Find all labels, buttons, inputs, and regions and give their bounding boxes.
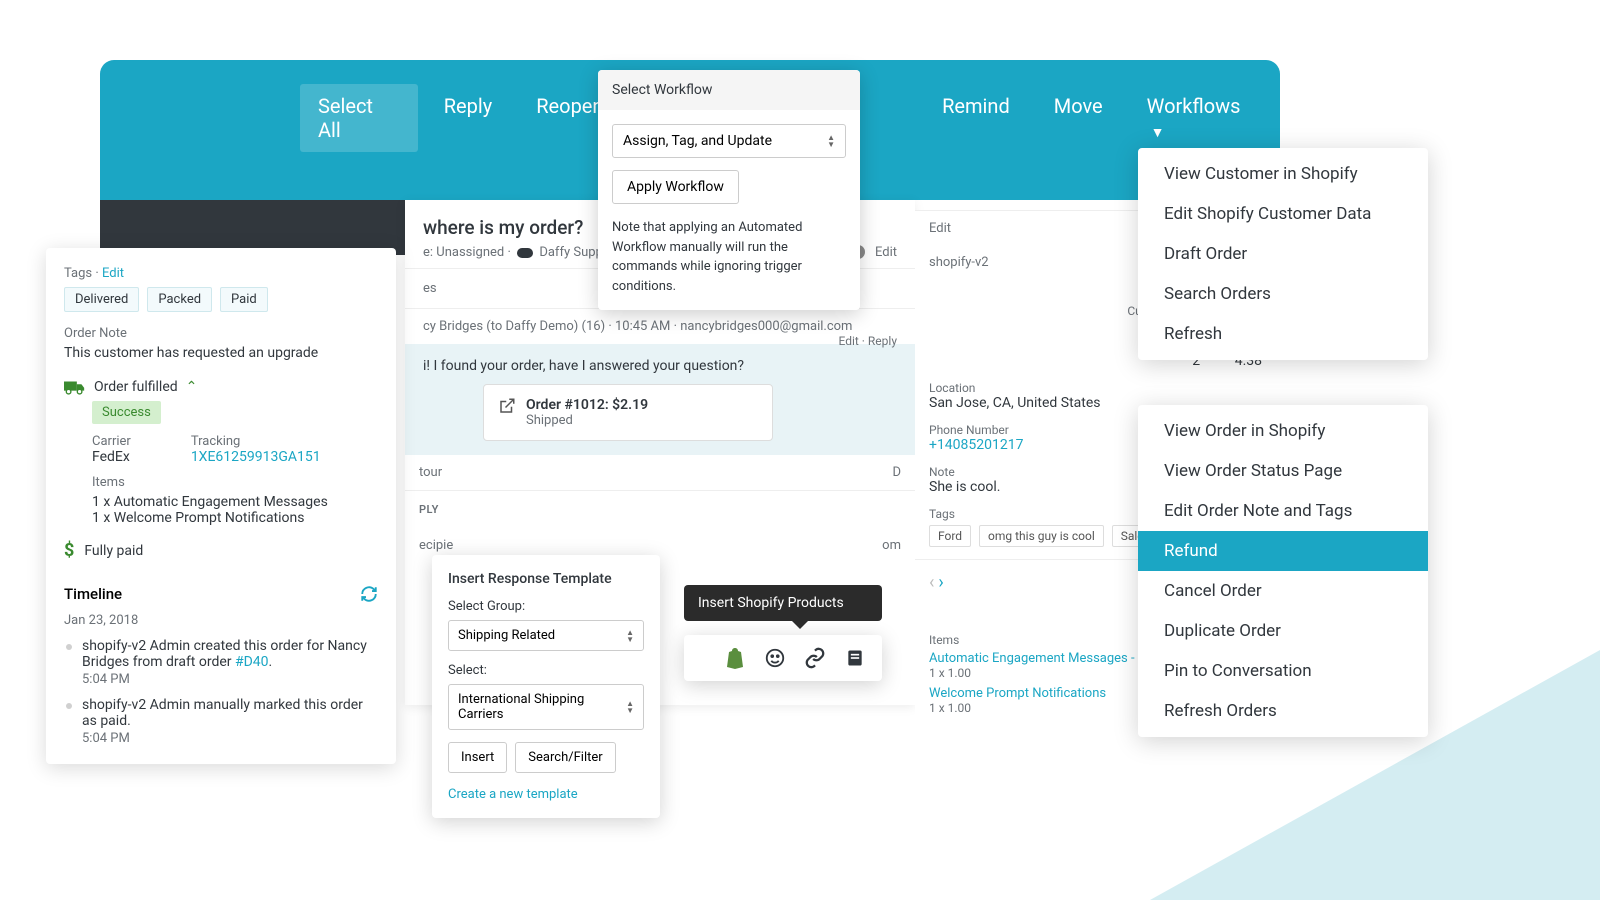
group-label: Select Group:: [448, 599, 644, 614]
menu-pin-conversation[interactable]: Pin to Conversation: [1138, 651, 1428, 691]
menu-view-order[interactable]: View Order in Shopify: [1138, 411, 1428, 451]
external-link-icon: [498, 397, 516, 415]
customer-tag[interactable]: Ford: [929, 525, 971, 547]
workflow-note: Note that applying an Automated Workflow…: [612, 218, 846, 296]
workflow-select[interactable]: Assign, Tag, and Update ▲▼: [612, 124, 846, 158]
reply-tab[interactable]: PLY: [405, 490, 915, 528]
insert-button[interactable]: Insert: [448, 742, 507, 773]
timeline-item: shopify-v2 Admin created this order for …: [82, 638, 378, 670]
composer-toolbar: [684, 635, 882, 681]
select-arrows-icon: ▲▼: [827, 134, 835, 148]
select-all-button[interactable]: Select All: [300, 84, 418, 152]
tracking-label: Tracking: [191, 434, 321, 449]
location-label: Location: [929, 381, 1266, 395]
order-note-label: Order Note: [64, 326, 378, 341]
message-from: cy Bridges (to Daffy Demo) (16) · 10:45 …: [423, 319, 852, 334]
customer-tag[interactable]: omg this guy is cool: [979, 525, 1104, 547]
next-order-arrow[interactable]: ›: [938, 572, 943, 593]
conversation-edit-link[interactable]: Edit: [875, 245, 897, 260]
assignee-text: e: Unassigned ·: [423, 245, 511, 260]
meta-action[interactable]: D: [892, 465, 901, 480]
msg-reply-link[interactable]: Reply: [868, 334, 897, 348]
workflows-dropdown[interactable]: Workflows ▼: [1129, 84, 1280, 152]
refresh-icon[interactable]: [360, 585, 378, 603]
msg-edit-link[interactable]: Edit: [838, 334, 858, 348]
success-badge: Success: [92, 401, 161, 424]
workflow-popup: Select Workflow Assign, Tag, and Update …: [598, 70, 860, 310]
order-card-status: Shipped: [526, 413, 648, 428]
menu-edit-customer[interactable]: Edit Shopify Customer Data: [1138, 194, 1428, 234]
menu-draft-order[interactable]: Draft Order: [1138, 234, 1428, 274]
apply-workflow-button[interactable]: Apply Workflow: [612, 170, 739, 204]
tag-pill[interactable]: Paid: [220, 287, 268, 312]
menu-view-customer[interactable]: View Customer in Shopify: [1138, 154, 1428, 194]
sidebar-dark-band: [100, 200, 405, 255]
timeline-date: Jan 23, 2018: [64, 613, 378, 628]
menu-edit-order-note[interactable]: Edit Order Note and Tags: [1138, 491, 1428, 531]
select-arrows-icon: ▲▼: [626, 700, 634, 714]
select-arrows-icon: ▲▼: [626, 629, 634, 643]
meta-text: tour: [419, 465, 442, 480]
workflow-popup-title: Select Workflow: [598, 70, 860, 110]
menu-search-orders[interactable]: Search Orders: [1138, 274, 1428, 314]
dollar-icon: $: [64, 540, 74, 561]
chevron-up-icon[interactable]: ⌃: [186, 379, 198, 395]
recipient-fragment-2: om: [882, 538, 901, 553]
timeline-title: Timeline: [64, 585, 122, 603]
template-title: Insert Response Template: [448, 571, 644, 587]
group-select[interactable]: Shipping Related▲▼: [448, 620, 644, 651]
template-select[interactable]: International Shipping Carriers▲▼: [448, 684, 644, 730]
tooltip: Insert Shopify Products: [684, 585, 882, 621]
item-line: 1 x Automatic Engagement Messages: [92, 494, 378, 510]
item-line: 1 x Welcome Prompt Notifications: [92, 510, 378, 526]
select-label: Select:: [448, 663, 644, 678]
timeline-time: 5:04 PM: [82, 731, 378, 746]
tags-row: Delivered Packed Paid: [64, 281, 378, 312]
fulfilled-label: Order fulfilled: [94, 379, 178, 395]
move-button[interactable]: Move: [1036, 84, 1121, 152]
customer-context-menu: View Customer in Shopify Edit Shopify Cu…: [1138, 148, 1428, 360]
remind-button[interactable]: Remind: [924, 84, 1028, 152]
tooltip-group: Insert Shopify Products: [684, 585, 882, 681]
menu-refresh-orders[interactable]: Refresh Orders: [1138, 691, 1428, 731]
timeline-item: shopify-v2 Admin manually marked this or…: [82, 697, 378, 729]
carrier-value: FedEx: [92, 449, 131, 465]
menu-order-status[interactable]: View Order Status Page: [1138, 451, 1428, 491]
recipient-fragment: ecipie: [419, 538, 453, 553]
chevron-down-icon: ▼: [1151, 125, 1165, 141]
tags-edit-link[interactable]: Edit: [102, 266, 124, 281]
tag-pill[interactable]: Delivered: [64, 287, 139, 312]
timeline-time: 5:04 PM: [82, 672, 378, 687]
menu-duplicate-order[interactable]: Duplicate Order: [1138, 611, 1428, 651]
menu-refresh[interactable]: Refresh: [1138, 314, 1428, 354]
items-label: Items: [92, 475, 378, 490]
create-template-link[interactable]: Create a new template: [448, 787, 644, 802]
order-context-menu: View Order in Shopify View Order Status …: [1138, 405, 1428, 737]
shopify-products-icon[interactable]: [724, 647, 746, 669]
order-note-text: This customer has requested an upgrade: [64, 345, 378, 361]
book-icon[interactable]: [844, 647, 866, 669]
order-card-title: Order #1012: $2.19: [526, 397, 648, 413]
menu-cancel-order[interactable]: Cancel Order: [1138, 571, 1428, 611]
reply-button[interactable]: Reply: [426, 84, 511, 152]
link-icon[interactable]: [804, 647, 826, 669]
tracking-link[interactable]: 1XE61259913GA151: [191, 449, 321, 465]
tag-pill[interactable]: Packed: [147, 287, 212, 312]
order-card[interactable]: Order #1012: $2.19 Shipped: [483, 384, 773, 441]
panel-edit-link[interactable]: Edit: [929, 221, 951, 241]
carrier-label: Carrier: [92, 434, 131, 449]
response-template-popup: Insert Response Template Select Group: S…: [432, 555, 660, 818]
tags-label: Tags: [64, 266, 92, 281]
message-bubble: i! I found your order, have I answered y…: [405, 344, 915, 455]
truck-icon: [64, 379, 86, 395]
menu-refund[interactable]: Refund: [1138, 531, 1428, 571]
cloud-icon: [517, 248, 533, 258]
draft-order-link[interactable]: #D40: [235, 654, 269, 670]
paid-label: Fully paid: [84, 543, 143, 559]
search-filter-button[interactable]: Search/Filter: [515, 742, 615, 773]
prev-order-arrow[interactable]: ‹: [929, 572, 934, 593]
order-details-card: Tags · Edit Delivered Packed Paid Order …: [46, 248, 396, 764]
emoji-icon[interactable]: [764, 647, 786, 669]
